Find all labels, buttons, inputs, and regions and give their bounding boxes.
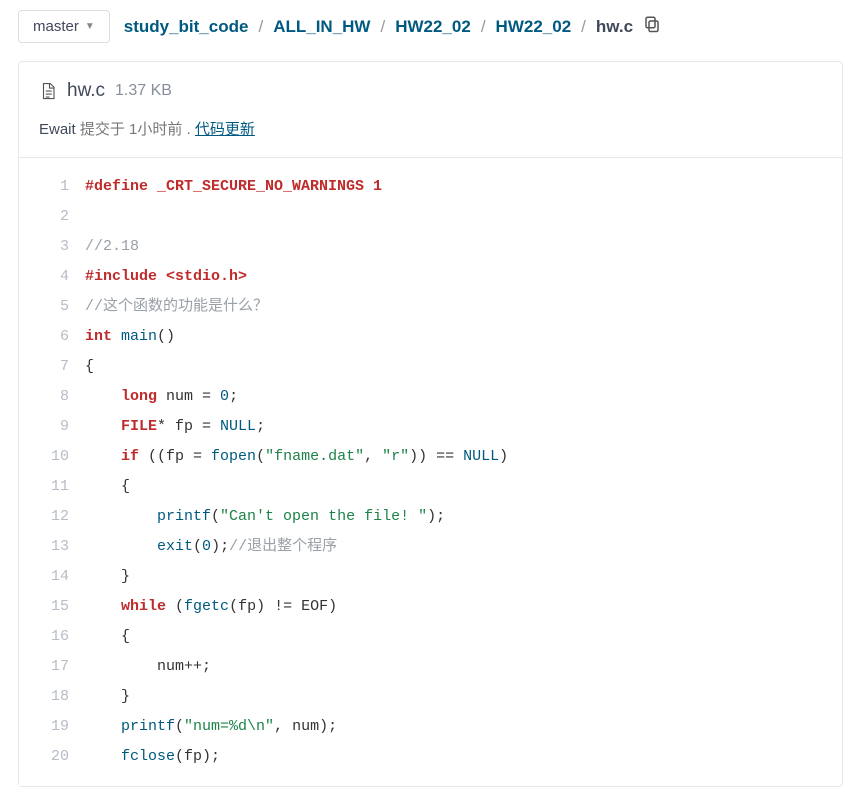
line-number[interactable]: 7 <box>19 352 69 382</box>
commit-info: Ewait 提交于 1小时前 . 代码更新 <box>19 112 842 158</box>
code-line: //2.18 <box>81 232 842 262</box>
commit-dot: . <box>187 121 191 138</box>
breadcrumb: study_bit_code / ALL_IN_HW / HW22_02 / HW22_02… <box>124 15 661 38</box>
line-number[interactable]: 20 <box>19 742 69 772</box>
header-bar: master ▼ study_bit_code / ALL_IN_HW / HW22_0… <box>0 0 861 53</box>
line-number[interactable]: 12 <box>19 502 69 532</box>
commit-time: 1小时前 <box>129 121 182 138</box>
code-line: printf("num=%d\n", num); <box>81 712 842 742</box>
breadcrumb-separator: / <box>258 17 263 37</box>
line-number[interactable]: 17 <box>19 652 69 682</box>
breadcrumb-separator: / <box>481 17 486 37</box>
line-number[interactable]: 2 <box>19 202 69 232</box>
line-number[interactable]: 9 <box>19 412 69 442</box>
copy-icon <box>643 15 661 33</box>
line-number[interactable]: 11 <box>19 472 69 502</box>
code-line: long num = 0; <box>81 382 842 412</box>
line-number[interactable]: 5 <box>19 292 69 322</box>
line-number[interactable]: 19 <box>19 712 69 742</box>
code-area: 1234567891011121314151617181920 #define … <box>19 158 842 786</box>
copy-path-button[interactable] <box>643 15 661 38</box>
caret-down-icon: ▼ <box>85 21 95 32</box>
file-title: hw.c 1.37 KB <box>39 80 822 102</box>
code-line: if ((fp = fopen("fname.dat", "r")) == NU… <box>81 442 842 472</box>
breadcrumb-separator: / <box>581 17 586 37</box>
line-number[interactable]: 14 <box>19 562 69 592</box>
code-line: fclose(fp); <box>81 742 842 772</box>
line-number[interactable]: 6 <box>19 322 69 352</box>
code-content: #define _CRT_SECURE_NO_WARNINGS 1 //2.18… <box>81 158 842 786</box>
code-line: int main() <box>81 322 842 352</box>
file-size: 1.37 KB <box>115 82 172 100</box>
breadcrumb-link[interactable]: study_bit_code <box>124 17 249 37</box>
breadcrumb-link[interactable]: ALL_IN_HW <box>273 17 370 37</box>
line-number[interactable]: 16 <box>19 622 69 652</box>
code-line: #define _CRT_SECURE_NO_WARNINGS 1 <box>81 172 842 202</box>
code-line: while (fgetc(fp) != EOF) <box>81 592 842 622</box>
line-number-gutter: 1234567891011121314151617181920 <box>19 158 81 786</box>
branch-selector[interactable]: master ▼ <box>18 10 110 43</box>
branch-label: master <box>33 18 79 35</box>
breadcrumb-current: hw.c <box>596 17 633 37</box>
line-number[interactable]: 15 <box>19 592 69 622</box>
code-line: { <box>81 622 842 652</box>
line-number[interactable]: 4 <box>19 262 69 292</box>
breadcrumb-link[interactable]: HW22_02 <box>395 17 471 37</box>
file-header: hw.c 1.37 KB <box>19 62 842 112</box>
code-line: } <box>81 562 842 592</box>
code-line: { <box>81 352 842 382</box>
code-line: exit(0);//退出整个程序 <box>81 532 842 562</box>
code-line: printf("Can't open the file! "); <box>81 502 842 532</box>
line-number[interactable]: 13 <box>19 532 69 562</box>
line-number[interactable]: 1 <box>19 172 69 202</box>
file-panel: hw.c 1.37 KB Ewait 提交于 1小时前 . 代码更新 12345… <box>18 61 843 787</box>
code-line: //这个函数的功能是什么？ <box>81 292 842 322</box>
code-line: num++; <box>81 652 842 682</box>
file-icon <box>39 81 57 101</box>
breadcrumb-separator: / <box>380 17 385 37</box>
code-line: #include <stdio.h> <box>81 262 842 292</box>
code-line <box>81 202 842 232</box>
commit-message[interactable]: 代码更新 <box>195 121 255 138</box>
line-number[interactable]: 10 <box>19 442 69 472</box>
breadcrumb-link[interactable]: HW22_02 <box>496 17 572 37</box>
line-number[interactable]: 8 <box>19 382 69 412</box>
code-line: FILE* fp = NULL; <box>81 412 842 442</box>
code-line: { <box>81 472 842 502</box>
file-name: hw.c <box>67 80 105 102</box>
commit-author: Ewait <box>39 121 76 138</box>
commit-action: 提交于 <box>80 121 125 138</box>
line-number[interactable]: 18 <box>19 682 69 712</box>
code-line: } <box>81 682 842 712</box>
line-number[interactable]: 3 <box>19 232 69 262</box>
